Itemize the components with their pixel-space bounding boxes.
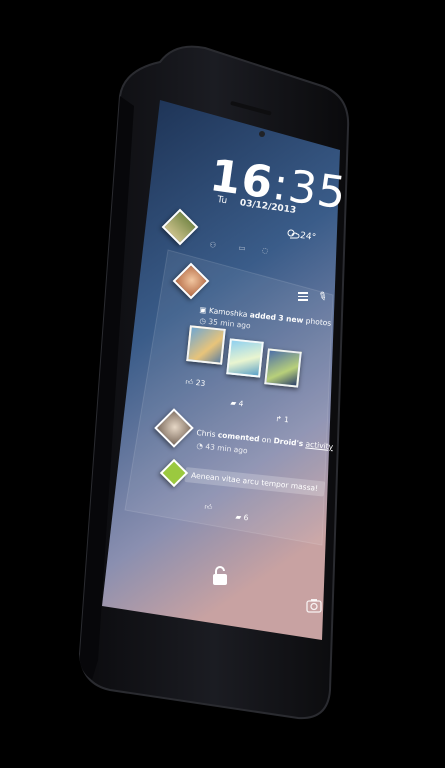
like-icon: 👍︎ <box>185 377 194 387</box>
comment-small-icon: ◔ <box>196 441 204 451</box>
day-label: Tu <box>216 195 228 207</box>
post2-target[interactable]: Droid's <box>273 436 304 448</box>
share-icon: ↱ <box>275 414 283 424</box>
comment-icon: ▰ <box>230 398 237 408</box>
post1-object-suffix: photos <box>305 316 332 328</box>
camera-icon[interactable] <box>306 597 322 613</box>
post1-likes[interactable]: 👍︎ 23 <box>185 377 206 389</box>
photo-2[interactable] <box>226 338 264 378</box>
header-icons: ⚇ ▭ ◌ <box>209 240 269 255</box>
image-icon: ▣ <box>199 305 208 315</box>
temperature: 24° <box>299 230 317 244</box>
people-icon[interactable]: ⚇ <box>209 240 217 250</box>
screen-icon[interactable]: ▭ <box>238 243 246 253</box>
post2-comments[interactable]: ▰ 6 <box>235 512 249 522</box>
post1-action: added <box>249 310 277 322</box>
lock-screen: 16:35 Tu 03/12/2013 24° ⚇ ▭ ◌ ✎ ▣ Kamosh… <box>0 0 445 768</box>
post2-time-row: ◔ 43 min ago <box>196 441 248 455</box>
post2-on: on <box>261 434 272 445</box>
pencil-icon[interactable]: ✎ <box>315 289 329 305</box>
post2-quote[interactable]: Aenean vitae arcu tempor massa! <box>184 467 325 497</box>
post1-shares-count: 1 <box>283 414 290 425</box>
android-icon <box>159 458 189 488</box>
post2-action: comented <box>217 430 261 444</box>
avatar-kamoshka[interactable] <box>172 262 210 300</box>
comment-icon: ▰ <box>235 512 242 522</box>
post1-comments[interactable]: ▰ 4 <box>230 398 244 408</box>
post2-target-link[interactable]: activity <box>305 439 333 451</box>
post1-likes-count: 23 <box>195 378 206 389</box>
menu-icon[interactable] <box>298 290 308 303</box>
photo-3[interactable] <box>264 348 302 388</box>
post2-likes[interactable]: 👍︎ <box>204 502 213 513</box>
clock-icon: ◷ <box>199 316 207 326</box>
circle-icon[interactable]: ◌ <box>261 245 268 255</box>
post1-object[interactable]: 3 new <box>278 313 304 325</box>
avatar-top[interactable] <box>161 208 199 246</box>
like-icon: 👍︎ <box>204 502 213 512</box>
post1-shares[interactable]: ↱ 1 <box>275 414 289 424</box>
post1-comments-count: 4 <box>238 398 244 409</box>
post2-time: 43 min ago <box>204 441 249 456</box>
lock-icon[interactable] <box>211 565 229 587</box>
weather-icon <box>287 229 300 239</box>
post2-author[interactable]: Chris <box>196 428 216 439</box>
post2-comments-count: 6 <box>243 512 249 523</box>
photo-1[interactable] <box>186 325 226 365</box>
avatar-chris[interactable] <box>154 408 194 448</box>
